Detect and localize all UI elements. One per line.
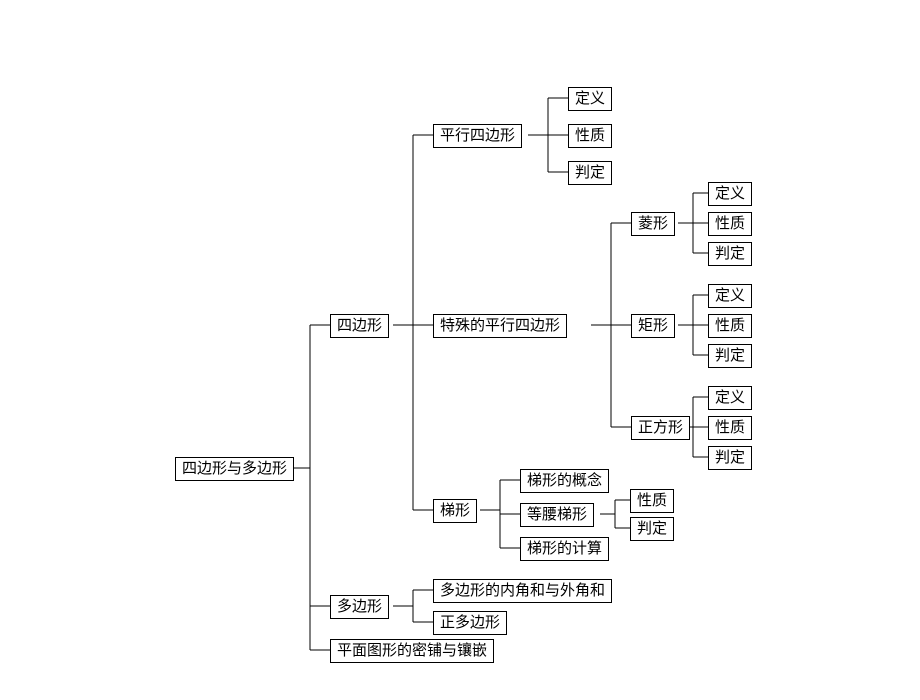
node-label: 性质 (575, 128, 605, 144)
node-label: 四边形 (337, 318, 382, 334)
node-parallelogram-judg: 判定 (568, 161, 612, 185)
node-rhombus-prop: 性质 (708, 212, 752, 236)
node-trapezoid-compute: 梯形的计算 (520, 537, 609, 561)
node-label: 多边形的内角和与外角和 (440, 583, 605, 599)
node-label: 定义 (715, 186, 745, 202)
node-label: 判定 (715, 246, 745, 262)
node-rectangle-judg: 判定 (708, 344, 752, 368)
node-parallelogram: 平行四边形 (433, 124, 522, 148)
node-square: 正方形 (631, 416, 690, 440)
node-label: 多边形 (337, 599, 382, 615)
node-special-parallelogram: 特殊的平行四边形 (433, 314, 567, 338)
node-label: 特殊的平行四边形 (440, 318, 560, 334)
node-rectangle-def: 定义 (708, 284, 752, 308)
node-label: 判定 (715, 348, 745, 364)
node-label: 判定 (575, 165, 605, 181)
node-label: 性质 (715, 318, 745, 334)
node-label: 定义 (715, 390, 745, 406)
node-rhombus-judg: 判定 (708, 242, 752, 266)
node-label: 梯形的概念 (527, 473, 602, 489)
node-parallelogram-def: 定义 (568, 87, 612, 111)
node-label: 性质 (715, 420, 745, 436)
node-square-prop: 性质 (708, 416, 752, 440)
node-label: 判定 (637, 521, 667, 537)
node-label: 菱形 (638, 216, 668, 232)
node-rhombus-def: 定义 (708, 182, 752, 206)
node-label: 正方形 (638, 420, 683, 436)
node-label: 性质 (715, 216, 745, 232)
node-square-judg: 判定 (708, 446, 752, 470)
node-tessellation: 平面图形的密铺与镶嵌 (330, 639, 494, 663)
node-label: 定义 (575, 91, 605, 107)
node-iso-trap-judg: 判定 (630, 517, 674, 541)
node-regular-polygon: 正多边形 (433, 611, 507, 635)
diagram-stage: 四边形与多边形 四边形 多边形 平面图形的密铺与镶嵌 平行四边形 特殊的平行四边… (0, 0, 920, 700)
node-trapezoid-concept: 梯形的概念 (520, 469, 609, 493)
node-rectangle-prop: 性质 (708, 314, 752, 338)
node-label: 判定 (715, 450, 745, 466)
node-polygon: 多边形 (330, 595, 389, 619)
node-label: 四边形与多边形 (182, 461, 287, 477)
node-polygon-anglesum: 多边形的内角和与外角和 (433, 579, 612, 603)
node-label: 梯形 (440, 503, 470, 519)
node-quadrilateral: 四边形 (330, 314, 389, 338)
node-isosceles-trapezoid: 等腰梯形 (520, 503, 594, 527)
node-parallelogram-prop: 性质 (568, 124, 612, 148)
node-rhombus: 菱形 (631, 212, 675, 236)
node-rectangle: 矩形 (631, 314, 675, 338)
node-square-def: 定义 (708, 386, 752, 410)
node-trapezoid: 梯形 (433, 499, 477, 523)
node-label: 定义 (715, 288, 745, 304)
node-label: 性质 (637, 493, 667, 509)
node-label: 正多边形 (440, 615, 500, 631)
node-iso-trap-prop: 性质 (630, 489, 674, 513)
node-root: 四边形与多边形 (175, 457, 294, 481)
node-label: 等腰梯形 (527, 507, 587, 523)
node-label: 矩形 (638, 318, 668, 334)
node-label: 平行四边形 (440, 128, 515, 144)
node-label: 平面图形的密铺与镶嵌 (337, 643, 487, 659)
node-label: 梯形的计算 (527, 541, 602, 557)
